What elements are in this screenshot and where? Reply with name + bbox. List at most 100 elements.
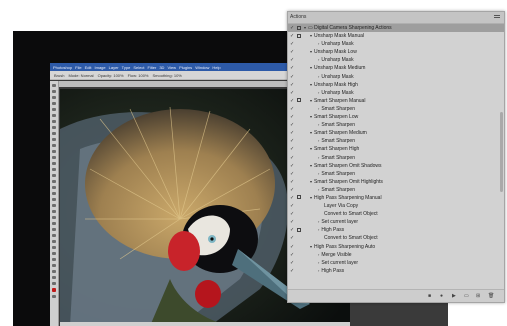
tool-icon[interactable] bbox=[52, 102, 56, 105]
expand-arrow-icon[interactable]: ▾ bbox=[310, 130, 312, 135]
option-field[interactable]: Opacity: 100% bbox=[98, 73, 124, 78]
collapse-arrow-icon[interactable]: › bbox=[318, 268, 319, 273]
action-row[interactable]: ✓ ▾ Smart Sharpen Omit Highlights bbox=[288, 178, 504, 186]
action-row[interactable]: ✓ Convert to Smart Object bbox=[288, 234, 504, 242]
expand-arrow-icon[interactable]: ▾ bbox=[310, 146, 312, 151]
action-row[interactable]: ✓ › High Pass bbox=[288, 226, 504, 234]
tool-icon[interactable] bbox=[52, 144, 56, 147]
check-icon[interactable]: ✓ bbox=[290, 74, 294, 80]
menu-item[interactable]: Plugins bbox=[179, 65, 192, 70]
menu-item[interactable]: View bbox=[167, 65, 176, 70]
tool-icon[interactable] bbox=[52, 132, 56, 135]
action-row[interactable]: ✓ › High Pass bbox=[288, 267, 504, 275]
action-row[interactable]: ✓ › Unsharp Mask bbox=[288, 73, 504, 81]
check-icon[interactable]: ✓ bbox=[290, 146, 294, 152]
tool-icon[interactable] bbox=[52, 210, 56, 213]
action-row[interactable]: ✓ › Set current layer bbox=[288, 218, 504, 226]
action-row[interactable]: ✓ › Unsharp Mask bbox=[288, 40, 504, 48]
check-icon[interactable]: ✓ bbox=[290, 65, 294, 71]
menu-item[interactable]: Window bbox=[195, 65, 209, 70]
check-icon[interactable]: ✓ bbox=[290, 82, 294, 88]
action-row[interactable]: ✓ ▾ High Pass Sharpening Manual bbox=[288, 194, 504, 202]
new-set-icon[interactable]: ▭ bbox=[464, 293, 469, 299]
action-row[interactable]: ✓ ▾ Smart Sharpen Low bbox=[288, 113, 504, 121]
check-icon[interactable]: ✓ bbox=[290, 203, 294, 209]
tool-icon[interactable] bbox=[52, 126, 56, 129]
dialog-toggle-icon[interactable] bbox=[297, 195, 301, 200]
menu-item[interactable]: Image bbox=[95, 65, 106, 70]
tool-icon[interactable] bbox=[52, 222, 56, 225]
foreground-color-icon[interactable] bbox=[52, 288, 56, 292]
expand-arrow-icon[interactable]: ▾ bbox=[304, 25, 306, 30]
panel-menu-icon[interactable] bbox=[494, 15, 500, 16]
option-field[interactable]: Flow: 100% bbox=[128, 73, 149, 78]
menu-item[interactable]: Edit bbox=[85, 65, 92, 70]
collapse-arrow-icon[interactable]: › bbox=[318, 138, 319, 143]
check-icon[interactable]: ✓ bbox=[290, 227, 294, 233]
menu-item[interactable]: Select bbox=[133, 65, 144, 70]
check-icon[interactable]: ✓ bbox=[290, 33, 294, 39]
collapse-arrow-icon[interactable]: › bbox=[318, 171, 319, 176]
tools-panel[interactable] bbox=[50, 81, 59, 326]
collapse-arrow-icon[interactable]: › bbox=[318, 260, 319, 265]
tool-icon[interactable] bbox=[52, 156, 56, 159]
expand-arrow-icon[interactable]: ▾ bbox=[310, 179, 312, 184]
record-icon[interactable]: ● bbox=[440, 293, 443, 299]
tool-icon[interactable] bbox=[52, 216, 56, 219]
tool-icon[interactable] bbox=[52, 246, 56, 249]
check-icon[interactable]: ✓ bbox=[290, 268, 294, 274]
tool-icon[interactable] bbox=[52, 162, 56, 165]
check-icon[interactable]: ✓ bbox=[290, 171, 294, 177]
check-icon[interactable]: ✓ bbox=[290, 57, 294, 63]
tool-icon[interactable] bbox=[52, 204, 56, 207]
menu-item[interactable]: Help bbox=[212, 65, 220, 70]
tool-icon[interactable] bbox=[52, 150, 56, 153]
action-row[interactable]: ✓ › Smart Sharpen bbox=[288, 105, 504, 113]
check-icon[interactable]: ✓ bbox=[290, 98, 294, 104]
check-icon[interactable]: ✓ bbox=[290, 90, 294, 96]
check-icon[interactable]: ✓ bbox=[290, 138, 294, 144]
option-field[interactable]: Smoothing: 10% bbox=[153, 73, 182, 78]
collapse-arrow-icon[interactable]: › bbox=[318, 90, 319, 95]
action-row[interactable]: ✓ › Smart Sharpen bbox=[288, 121, 504, 129]
tool-icon[interactable] bbox=[52, 174, 56, 177]
action-row[interactable]: ✓ ▾ High Pass Sharpening Auto bbox=[288, 243, 504, 251]
check-icon[interactable]: ✓ bbox=[290, 163, 294, 169]
play-icon[interactable]: ▶ bbox=[452, 293, 456, 299]
expand-arrow-icon[interactable]: ▾ bbox=[310, 195, 312, 200]
tool-icon[interactable] bbox=[52, 114, 56, 117]
action-row[interactable]: ✓ › Unsharp Mask bbox=[288, 56, 504, 64]
tool-icon[interactable] bbox=[52, 295, 56, 298]
check-icon[interactable]: ✓ bbox=[290, 195, 294, 201]
check-icon[interactable]: ✓ bbox=[290, 260, 294, 266]
collapse-arrow-icon[interactable]: › bbox=[318, 187, 319, 192]
expand-arrow-icon[interactable]: ▾ bbox=[310, 244, 312, 249]
check-icon[interactable]: ✓ bbox=[290, 235, 294, 241]
action-row[interactable]: ✓ Convert to Smart Object bbox=[288, 210, 504, 218]
tool-icon[interactable] bbox=[52, 168, 56, 171]
check-icon[interactable]: ✓ bbox=[290, 244, 294, 250]
tool-icon[interactable] bbox=[52, 264, 56, 267]
check-icon[interactable]: ✓ bbox=[290, 130, 294, 136]
collapse-arrow-icon[interactable]: › bbox=[318, 41, 319, 46]
action-row[interactable]: ✓ › Smart Sharpen bbox=[288, 137, 504, 145]
check-icon[interactable]: ✓ bbox=[290, 179, 294, 185]
menu-item[interactable]: File bbox=[75, 65, 81, 70]
tool-icon[interactable] bbox=[52, 282, 56, 285]
option-field[interactable]: Mode: Normal bbox=[68, 73, 93, 78]
check-icon[interactable]: ✓ bbox=[290, 41, 294, 47]
action-row[interactable]: ✓ ▾ Unsharp Mask Manual bbox=[288, 32, 504, 40]
action-row[interactable]: ✓ ▾ ▭ Digital Camera Sharpening Actions bbox=[288, 24, 504, 33]
action-row[interactable]: ✓ › Unsharp Mask bbox=[288, 89, 504, 97]
expand-arrow-icon[interactable]: ▾ bbox=[310, 65, 312, 70]
stop-icon[interactable]: ■ bbox=[428, 293, 431, 299]
check-icon[interactable]: ✓ bbox=[290, 211, 294, 217]
action-row[interactable]: ✓ ▾ Smart Sharpen Medium bbox=[288, 129, 504, 137]
check-icon[interactable]: ✓ bbox=[290, 122, 294, 128]
trash-icon[interactable]: 🗑 bbox=[488, 293, 494, 299]
expand-arrow-icon[interactable]: ▾ bbox=[310, 82, 312, 87]
tool-icon[interactable] bbox=[52, 198, 56, 201]
check-icon[interactable]: ✓ bbox=[290, 114, 294, 120]
action-row[interactable]: ✓ ▾ Smart Sharpen Omit Shadows bbox=[288, 162, 504, 170]
collapse-arrow-icon[interactable]: › bbox=[318, 57, 319, 62]
